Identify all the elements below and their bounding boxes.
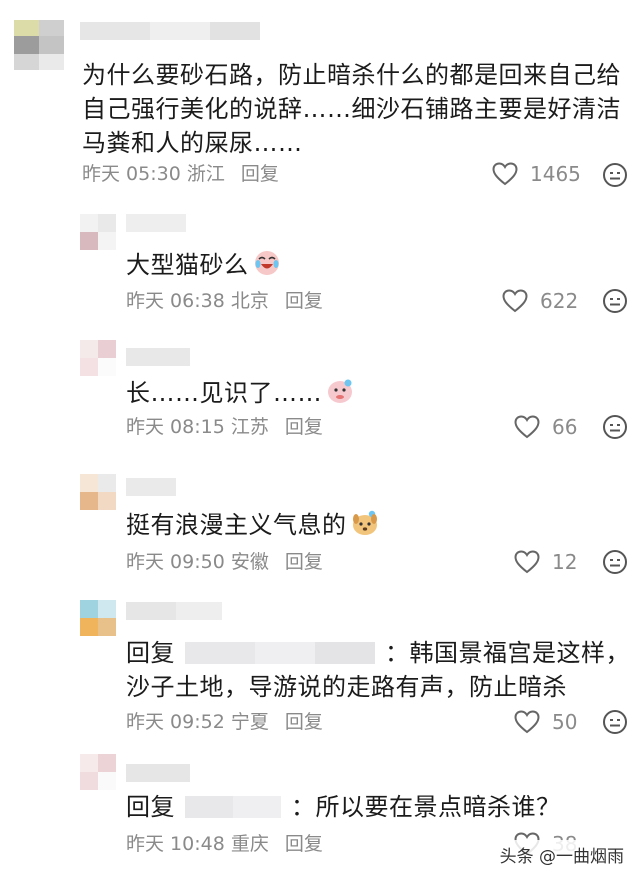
emoji-reaction-icon[interactable] [602,414,628,440]
comment-text: 为什么要砂石路，防止暗杀什么的都是回来自己给 自己强行美化的说辞……细沙石铺路主… [82,61,621,157]
comment-text: 挺有浪漫主义气息的 [126,508,379,542]
username-blurred[interactable] [126,214,186,232]
mentioned-user-blurred[interactable] [185,642,375,664]
like-button[interactable]: 1465 [492,159,581,189]
comment-text: 回复 ：所以要在景点暗杀谁？ [126,793,561,821]
timestamp: 昨天 08:15 [126,416,225,438]
comment-3: 长……见识了…… 昨天 08:15 江苏 回复 66 [0,330,640,460]
embarrassed-face-icon [328,379,352,403]
like-count: 12 [552,550,578,574]
avatar[interactable] [80,600,116,636]
username-blurred[interactable] [126,602,222,620]
watermark: 头条 @一曲烟雨 [495,840,628,869]
comment-meta: 昨天 09:52 宁夏 回复 [126,710,323,734]
comment-1: 为什么要砂石路，防止暗杀什么的都是回来自己给 自己强行美化的说辞……细沙石铺路主… [0,0,640,200]
avatar[interactable] [14,20,64,70]
location: 重庆 [230,833,269,855]
timestamp: 昨天 10:48 [126,833,225,855]
emoji-reaction-icon[interactable] [602,162,628,188]
comment-meta: 昨天 05:30 浙江 回复 [82,162,279,186]
reply-button[interactable]: 回复 [285,416,323,438]
avatar[interactable] [80,214,116,250]
avatar[interactable] [80,340,116,376]
like-button[interactable]: 12 [514,547,577,577]
heart-icon [514,415,540,439]
reply-button[interactable]: 回复 [285,551,323,573]
comment-text: 长……见识了…… [126,376,354,410]
heart-icon [502,289,528,313]
comment-text: 大型猫砂么 [126,248,281,282]
reply-button[interactable]: 回复 [285,290,323,312]
username-blurred[interactable] [126,348,190,366]
like-count: 66 [552,415,578,439]
username-blurred[interactable] [80,22,260,40]
reply-button[interactable]: 回复 [285,833,323,855]
avatar[interactable] [80,474,116,510]
emoji-reaction-icon[interactable] [602,288,628,314]
like-button[interactable]: 50 [514,707,577,737]
comment-text: 回复 ：韩国景福宫是这样， 沙子土地，导游说的走路有声，防止暗杀 [126,639,630,701]
heart-icon [514,710,540,734]
location: 宁夏 [230,711,269,733]
username-blurred[interactable] [126,764,190,782]
timestamp: 昨天 05:30 [82,163,181,185]
dog-face-icon [352,510,377,535]
comment-5: 回复 ：韩国景福宫是这样， 沙子土地，导游说的走路有声，防止暗杀 昨天 09:52… [0,590,640,750]
timestamp: 昨天 06:38 [126,290,225,312]
heart-icon [492,162,518,186]
like-count: 622 [540,289,579,313]
comment-meta: 昨天 06:38 北京 回复 [126,289,323,313]
emoji-reaction-icon[interactable] [602,709,628,735]
location: 浙江 [186,163,225,185]
username-blurred[interactable] [126,478,176,496]
reply-button[interactable]: 回复 [285,711,323,733]
comment-meta: 昨天 08:15 江苏 回复 [126,415,323,439]
reply-prefix: 回复 [126,639,175,667]
comment-4: 挺有浪漫主义气息的 昨天 09:50 安徽 回复 12 [0,460,640,590]
mentioned-user-blurred[interactable] [185,796,281,818]
location: 北京 [230,290,269,312]
comment-meta: 昨天 09:50 安徽 回复 [126,550,323,574]
location: 安徽 [230,551,269,573]
reply-button[interactable]: 回复 [241,163,279,185]
like-button[interactable]: 622 [502,286,578,316]
comment-2: 大型猫砂么 昨天 06:38 北京 回复 622 [0,200,640,330]
timestamp: 昨天 09:52 [126,711,225,733]
location: 江苏 [230,416,269,438]
comment-meta: 昨天 10:48 重庆 回复 [126,832,323,856]
like-count: 1465 [530,162,581,186]
heart-icon [514,550,540,574]
crying-laughing-face-icon [254,251,279,275]
like-button[interactable]: 66 [514,412,577,442]
reply-prefix: 回复 [126,793,175,821]
avatar[interactable] [80,754,116,790]
like-count: 50 [552,710,578,734]
emoji-reaction-icon[interactable] [602,549,628,575]
timestamp: 昨天 09:50 [126,551,225,573]
